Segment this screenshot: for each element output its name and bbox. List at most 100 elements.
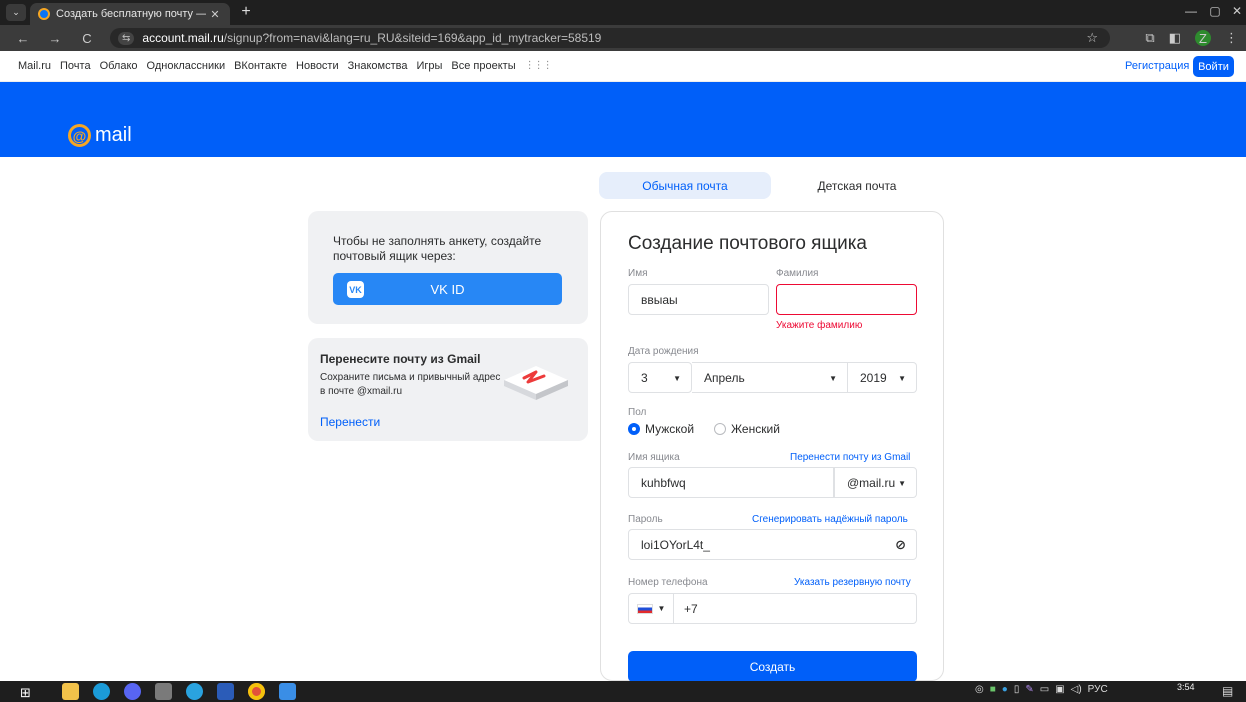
dob-year-select[interactable]: 2019 ▼ (848, 362, 917, 393)
editor-icon[interactable] (279, 683, 296, 700)
portal-link-games[interactable]: Игры (416, 60, 442, 72)
vk-id-label: VK ID (430, 281, 465, 297)
browser-tab-bar: ⌄ Создать бесплатную почту — ✕ + — ▢ ✕ (0, 0, 1246, 25)
extensions-icon[interactable]: ⧉ (1145, 30, 1154, 46)
chevron-down-icon: ▼ (657, 604, 666, 613)
file-explorer-icon[interactable] (62, 683, 79, 700)
dob-day-select[interactable]: 3 ▼ (628, 362, 692, 393)
vk-card-text: Чтобы не заполнять анкету, создайте почт… (333, 234, 542, 263)
logo-text: mail (95, 124, 132, 146)
last-name-field[interactable] (776, 284, 917, 315)
tray-app2-icon[interactable]: ▯ (1014, 684, 1020, 695)
country-code-select[interactable]: ▼ (629, 594, 674, 623)
radio-selected-icon (628, 423, 640, 435)
portal-links: Mail.ru Почта Облако Одноклассники ВКонт… (18, 60, 553, 72)
first-name-field[interactable]: ввыаы (628, 284, 769, 315)
portal-link-mail[interactable]: Почта (60, 60, 91, 72)
windows-start-icon[interactable]: ⊞ (20, 685, 31, 701)
chevron-down-icon: ▼ (898, 479, 906, 488)
new-tab-button[interactable]: + (236, 3, 256, 21)
discord-icon[interactable] (124, 683, 141, 700)
portal-link-ok[interactable]: Одноклассники (147, 60, 226, 72)
phone-field[interactable]: ▼ +7 (628, 593, 917, 624)
toolbar-icons: ⧉ ◧ Z ⋮ (1145, 30, 1238, 46)
register-link[interactable]: Регистрация (1125, 60, 1189, 72)
dob-month-select[interactable]: Апрель ▼ (692, 362, 848, 393)
chrome-icon[interactable] (248, 683, 265, 700)
phone-label: Номер телефона (628, 577, 708, 588)
menu-dots-icon[interactable]: ⋮ (1225, 30, 1238, 46)
close-window-button[interactable]: ✕ (1222, 4, 1246, 18)
tab-close-icon[interactable]: ✕ (206, 8, 224, 21)
tray-language[interactable]: РУС (1088, 684, 1108, 695)
tab-title: Создать бесплатную почту — (56, 8, 206, 20)
tray-network-icon[interactable]: ▣ (1055, 684, 1064, 695)
at-logo-icon: @ (68, 124, 91, 147)
apps-grid-icon[interactable]: ⋮⋮⋮ (525, 60, 553, 72)
portal-link-all-projects[interactable]: Все проекты (451, 60, 515, 72)
mailbox-domain-select[interactable]: @mail.ru ▼ (834, 467, 917, 498)
forward-icon[interactable]: → (44, 31, 66, 46)
first-name-label: Имя (628, 268, 648, 279)
tab-kids-mail[interactable]: Детская почта (782, 172, 932, 199)
back-icon[interactable]: ← (12, 31, 34, 46)
portal-link-cloud[interactable]: Облако (100, 60, 138, 72)
gender-male-radio[interactable]: Мужской (628, 422, 694, 436)
tray-nvidia-icon[interactable]: ■ (990, 684, 996, 695)
reload-icon[interactable]: C (76, 31, 98, 46)
create-button[interactable]: Создать (628, 651, 917, 682)
tab-search-chevron-icon[interactable]: ⌄ (6, 4, 26, 21)
gender-male-label: Мужской (645, 422, 695, 436)
portal-link-mailru[interactable]: Mail.ru (18, 60, 51, 72)
word-icon[interactable] (217, 683, 234, 700)
browser-tab[interactable]: Создать бесплатную почту — ✕ (30, 3, 230, 25)
taskbar-clock[interactable]: 3:54 (1177, 682, 1195, 692)
mail-logo[interactable]: @ mail (68, 124, 132, 147)
chevron-down-icon: ▼ (673, 374, 681, 383)
telegram-icon[interactable] (186, 683, 203, 700)
profile-avatar[interactable]: Z (1195, 30, 1211, 46)
site-info-icon[interactable]: ⇆ (118, 31, 135, 45)
tray-cloud-icon[interactable]: ● (1002, 684, 1008, 695)
portal-link-news[interactable]: Новости (296, 60, 339, 72)
bookmark-star-icon[interactable]: ☆ (1086, 30, 1098, 46)
backup-email-link[interactable]: Указать резервную почту (794, 577, 911, 588)
tab-regular-mail[interactable]: Обычная почта (599, 172, 771, 199)
dob-month-value: Апрель (704, 370, 745, 385)
vk-id-button[interactable]: VK VK ID (333, 273, 562, 305)
gender-label: Пол (628, 407, 647, 418)
login-button[interactable]: Войти (1193, 56, 1234, 77)
phone-prefix: +7 (684, 601, 698, 616)
gmail-card-description: Сохраните письма и привычный адрес в поч… (320, 372, 501, 397)
portal-link-vk[interactable]: ВКонтакте (234, 60, 287, 72)
tray-battery-icon[interactable]: ▭ (1040, 684, 1049, 695)
mailru-favicon-icon (38, 8, 50, 20)
notifications-icon[interactable]: ▤ (1222, 684, 1233, 698)
tray-app-icon[interactable]: ◎ (975, 684, 984, 695)
gender-female-radio[interactable]: Женский (714, 422, 780, 436)
side-panel-icon[interactable]: ◧ (1169, 30, 1181, 46)
mailbox-name-field[interactable]: kuhbfwq (628, 467, 834, 498)
mailbox-illustration-icon (504, 366, 568, 400)
gmail-transfer-link[interactable]: Перенести почту из Gmail (790, 452, 910, 463)
url-host: account.mail.ru (142, 31, 224, 45)
vk-logo-icon: VK (347, 281, 364, 298)
dob-label: Дата рождения (628, 346, 699, 357)
url-bar[interactable]: ⇆ account.mail.ru/signup?from=navi&lang=… (110, 28, 1110, 48)
edge-icon[interactable] (93, 683, 110, 700)
generate-password-link[interactable]: Сгенерировать надёжный пароль (752, 514, 908, 525)
password-label: Пароль (628, 514, 663, 525)
dob-year-value: 2019 (860, 370, 887, 385)
mail-header: @ mail (0, 82, 1246, 157)
radio-unselected-icon (714, 423, 726, 435)
tray-pen-icon[interactable]: ✎ (1025, 684, 1033, 695)
password-field[interactable]: loi1OYorL4t_ ⊘ (628, 529, 917, 560)
last-name-label: Фамилия (776, 268, 819, 279)
gender-female-label: Женский (731, 422, 780, 436)
tray-volume-icon[interactable]: ◁) (1071, 684, 1082, 695)
form-title: Создание почтового ящика (628, 233, 868, 254)
portal-link-dating[interactable]: Знакомства (348, 60, 408, 72)
eye-off-icon[interactable]: ⊘ (895, 537, 906, 553)
gmail-migrate-link[interactable]: Перенести (320, 415, 380, 429)
app-icon[interactable] (155, 683, 172, 700)
